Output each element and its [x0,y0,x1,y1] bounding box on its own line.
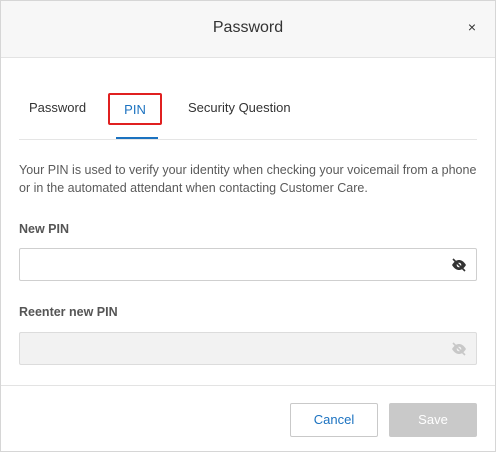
new-pin-field-wrapper [19,248,477,281]
reenter-pin-input[interactable] [20,333,456,364]
new-pin-label: New PIN [19,222,70,236]
tab-password[interactable]: Password [29,91,86,139]
cancel-button[interactable]: Cancel [290,403,378,437]
eye-slash-icon[interactable] [451,258,467,272]
tab-pin[interactable]: PIN [108,93,162,125]
tab-security-question[interactable]: Security Question [188,91,291,139]
dialog-header: Password × [1,1,495,58]
password-dialog: Password × Password PIN Security Questio… [0,0,496,452]
reenter-pin-label: Reenter new PIN [19,305,118,319]
tab-bar: Password PIN Security Question [19,91,477,140]
new-pin-input[interactable] [20,249,456,280]
active-tab-indicator [116,137,158,139]
close-icon[interactable]: × [463,18,481,36]
save-button[interactable]: Save [389,403,477,437]
dialog-title: Password [212,19,284,36]
dialog-footer: Cancel Save [1,385,495,452]
pin-description: Your PIN is used to verify your identity… [19,163,477,195]
reenter-pin-field-wrapper [19,332,477,365]
eye-slash-icon [452,342,466,356]
